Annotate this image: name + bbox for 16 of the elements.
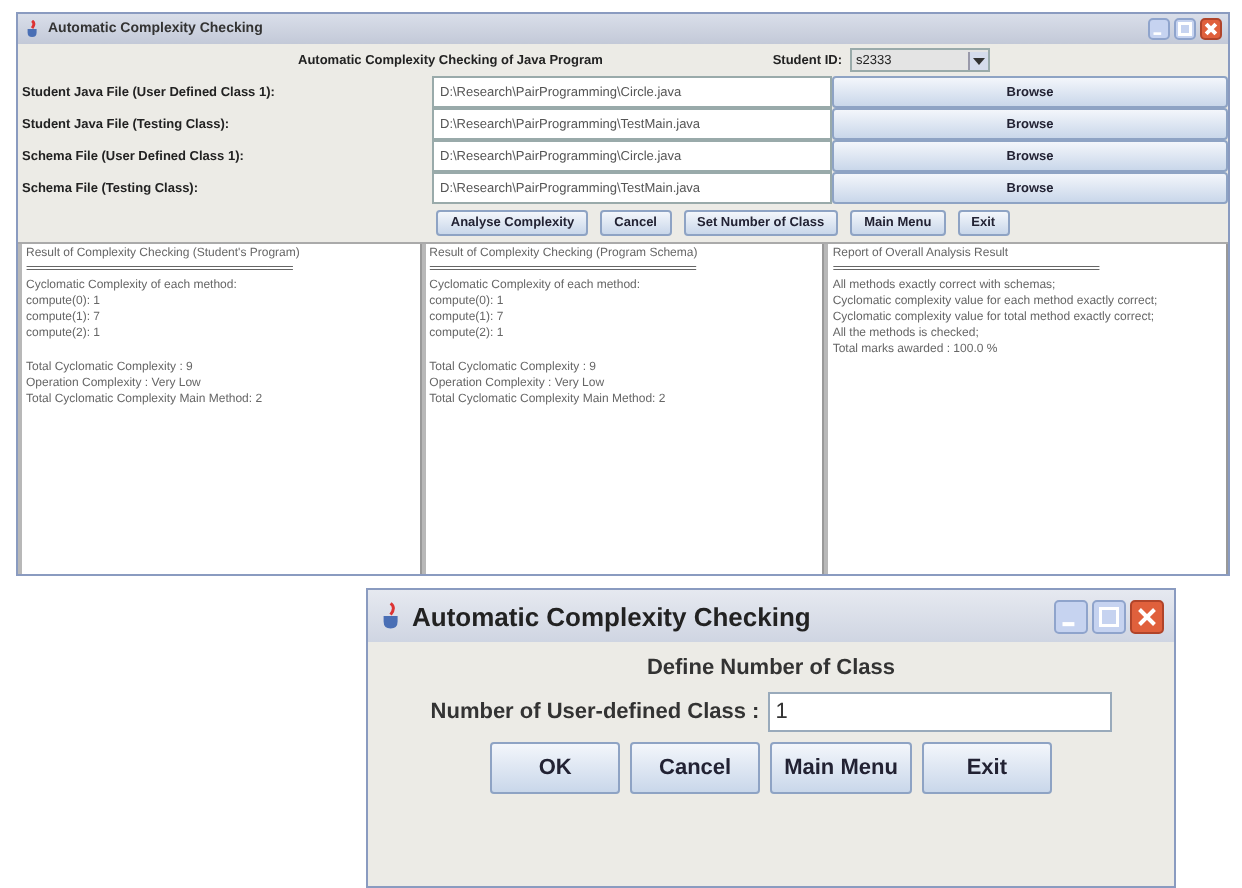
dialog-heading: Define Number of Class bbox=[646, 656, 896, 680]
cup-icon bbox=[24, 20, 42, 38]
dialog-button[interactable]: Main Menu bbox=[770, 742, 912, 794]
dialog-button[interactable]: OK bbox=[490, 742, 621, 794]
dialog-button[interactable]: Exit bbox=[921, 742, 1052, 794]
input-field[interactable]: 1 bbox=[767, 692, 1112, 732]
dropdown-arrow-icon bbox=[968, 51, 988, 69]
maximize-button[interactable] bbox=[1092, 599, 1126, 633]
close-button[interactable] bbox=[1130, 599, 1164, 633]
field-label: Number of User-defined Class : bbox=[430, 700, 760, 724]
minimize-button[interactable] bbox=[1054, 599, 1088, 633]
dialog-button[interactable]: Cancel bbox=[630, 742, 761, 794]
close-button[interactable] bbox=[1200, 18, 1222, 40]
window-title: Automatic Complexity Checking bbox=[412, 601, 813, 631]
minimize-button[interactable] bbox=[1148, 18, 1170, 40]
maximize-button[interactable] bbox=[1174, 18, 1196, 40]
